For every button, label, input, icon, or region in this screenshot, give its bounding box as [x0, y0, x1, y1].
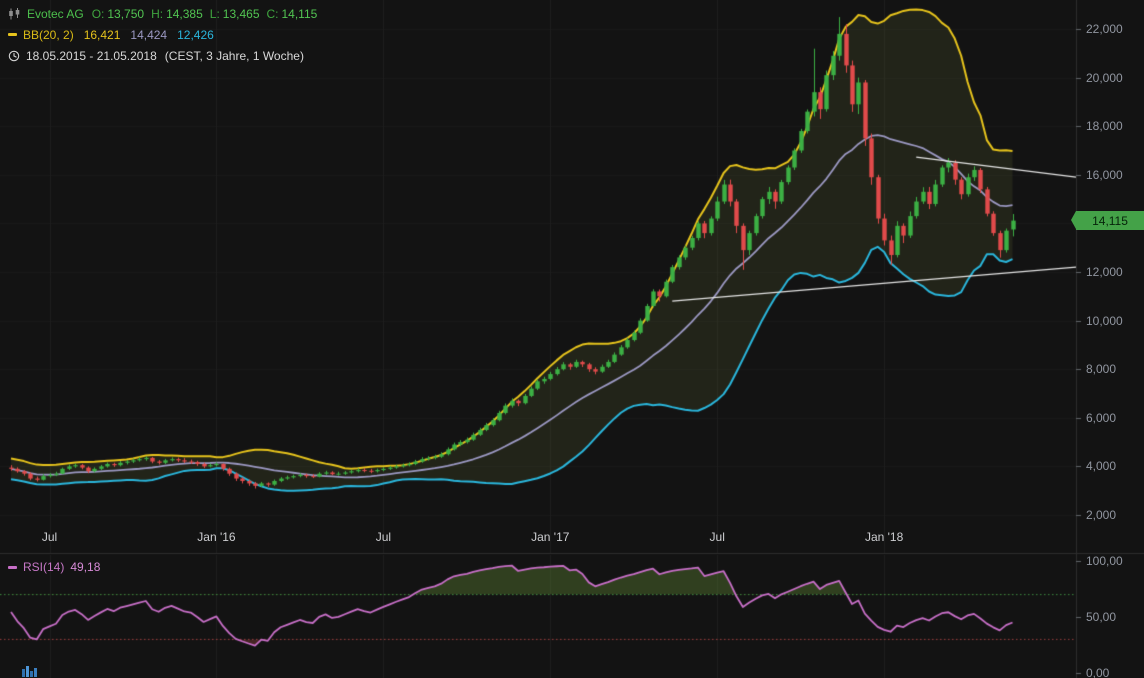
time-axis-label: Jul: [41, 530, 58, 544]
last-price-tag: 14,115: [1071, 211, 1144, 231]
time-axis-label: Jul: [709, 530, 725, 544]
main-legend: Evotec AG O: 13,750 H: 14,385 L: 13,465 C: 14,1…: [8, 7, 324, 70]
clock-icon: [8, 50, 20, 61]
symbol-name: Evotec AG: [27, 6, 84, 21]
bb-label: BB(20, 2): [23, 27, 74, 42]
rsi-axis-label: 0,00: [1086, 666, 1110, 678]
rsi-axis-label: 50,00: [1086, 610, 1117, 624]
trading-chart-window: Evotec AG O: 13,750 H: 14,385 L: 13,465 C: 14,1…: [0, 0, 1144, 678]
range-detail: (CEST, 3 Jahre, 1 Woche): [164, 48, 304, 63]
price-axis-label: 8,000: [1086, 362, 1117, 377]
price-axis-label: 20,000: [1086, 70, 1123, 85]
time-axis-label: Jan '18: [864, 530, 904, 544]
bb-basis-value: 14,424: [130, 27, 168, 42]
ohlc-values: O: 13,750 H: 14,385 L: 13,465 C: 14,115: [92, 7, 325, 21]
rsi-legend-row[interactable]: RSI(14) 49,18: [8, 560, 100, 574]
ohlc-item: C: 14,115: [266, 6, 318, 21]
chart-canvas[interactable]: [0, 0, 1144, 678]
rsi-axis[interactable]: 100,00 50,00 0,00: [1076, 554, 1144, 678]
price-axis-label: 2,000: [1086, 508, 1117, 522]
ohlc-item: O: 13,750: [91, 6, 145, 21]
rsi-label: RSI(14): [23, 560, 65, 574]
bb-color-icon: [8, 33, 17, 36]
bb-legend-row[interactable]: BB(20, 2) 16,421 14,424 12,426: [8, 27, 324, 42]
bb-lower-value: 12,426: [177, 27, 214, 42]
last-price-value: 14,115: [1092, 213, 1128, 228]
time-axis-label: Jul: [375, 530, 392, 544]
time-axis[interactable]: Jul Jan '16 Jul Jan '17 Jul Jan '18: [0, 524, 1076, 553]
rsi-color-icon: [8, 565, 17, 569]
date-range: 18.05.2015 - 21.05.2018: [26, 48, 157, 63]
time-axis-label: Jan '17: [531, 530, 570, 544]
price-axis-label: 22,000: [1086, 22, 1123, 36]
candlestick-icon: [9, 7, 20, 19]
price-axis-label: 4,000: [1086, 459, 1117, 474]
rsi-value: 49,18: [70, 560, 101, 574]
ohlc-item: H: 14,385: [151, 6, 203, 21]
price-axis-label: 6,000: [1086, 410, 1117, 425]
price-axis-label: 18,000: [1086, 119, 1123, 134]
price-axis-label: 12,000: [1086, 265, 1123, 279]
price-axis[interactable]: 22,00020,00018,00016,00014,00012,00010,0…: [1076, 0, 1144, 553]
time-axis-label: Jan '16: [197, 530, 236, 544]
ohlc-item: L: 13,465: [209, 6, 260, 21]
series-legend-row[interactable]: Evotec AG O: 13,750 H: 14,385 L: 13,465 C: 14,1…: [8, 6, 325, 21]
date-range-row: 18.05.2015 - 21.05.2018 (CEST, 3 Jahre, …: [8, 48, 324, 63]
price-axis-label: 10,000: [1086, 313, 1123, 328]
price-axis-label: 16,000: [1086, 167, 1123, 182]
rsi-axis-label: 100,00: [1086, 554, 1123, 568]
partial-pane-icon[interactable]: [22, 665, 42, 677]
bb-upper-value: 16,421: [83, 27, 121, 42]
